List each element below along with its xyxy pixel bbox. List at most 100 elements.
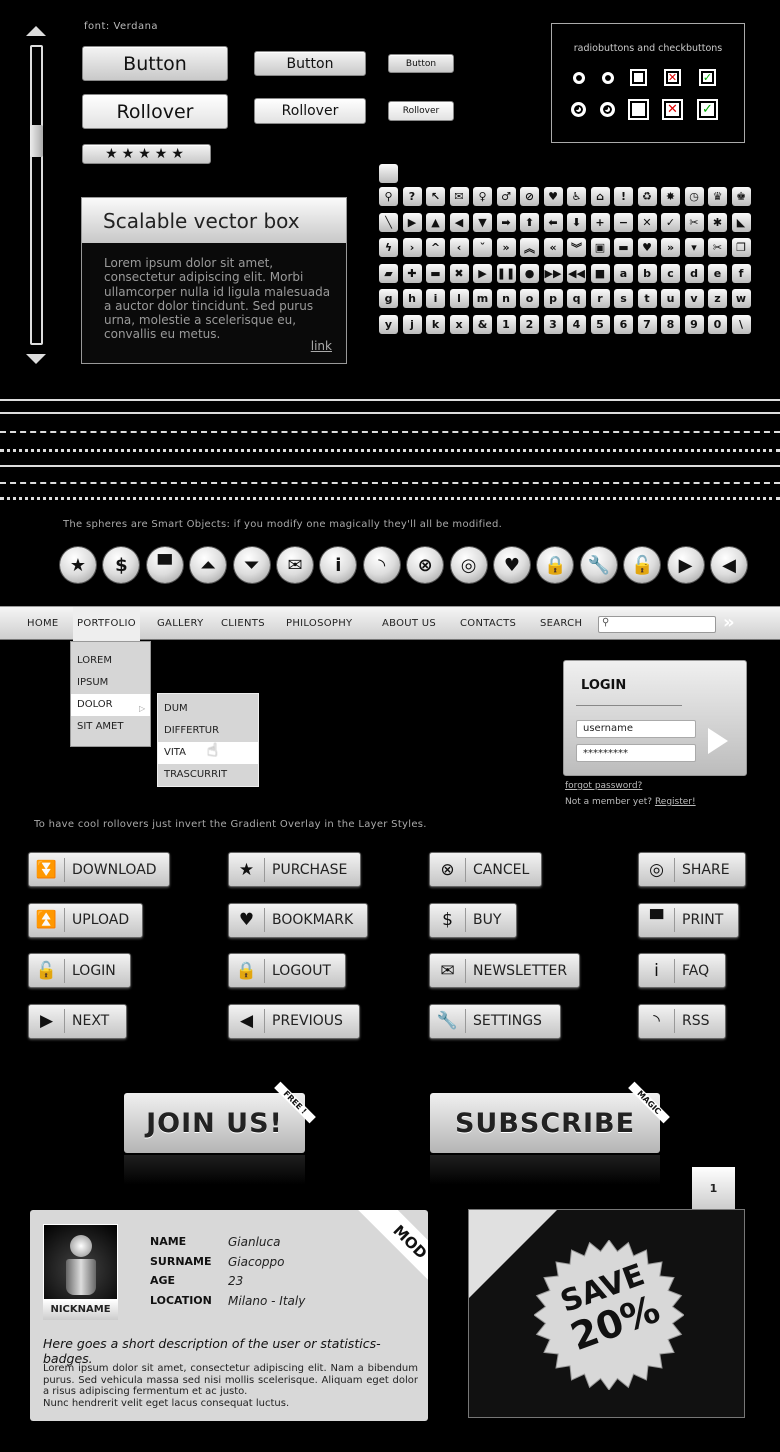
icon-button[interactable]: ⚲ xyxy=(379,187,398,206)
icon-button[interactable]: ⊘ xyxy=(520,187,539,206)
star-icon[interactable]: ★ xyxy=(155,146,172,162)
icon-button[interactable]: ✸ xyxy=(661,187,680,206)
radio-button[interactable] xyxy=(571,102,586,117)
icon-button[interactable]: ♀ xyxy=(473,187,492,206)
icon-button[interactable]: ♥ xyxy=(637,238,657,257)
icon-button[interactable]: 5 xyxy=(590,314,610,334)
join-us-button[interactable]: JOIN US! xyxy=(124,1093,305,1153)
medium-rollover-button[interactable]: Rollover xyxy=(254,98,366,124)
icon-button[interactable]: ● xyxy=(520,263,539,283)
menu-item-lorem[interactable]: LOREM xyxy=(71,650,150,672)
checkbox-x[interactable]: ✕ xyxy=(662,99,683,120)
icon-button[interactable]: ✱ xyxy=(708,212,727,232)
purchase-button[interactable]: ★ PURCHASE xyxy=(228,852,361,887)
icon-button[interactable]: ︾ xyxy=(567,238,586,257)
icon-button[interactable]: e xyxy=(708,263,727,283)
nav-item-clients[interactable]: CLIENTS xyxy=(221,618,265,629)
icon-button[interactable]: 4 xyxy=(567,314,586,334)
icon-button[interactable]: v xyxy=(684,289,704,308)
icon-button[interactable]: ♻ xyxy=(637,187,657,206)
play-icon[interactable]: ▶ xyxy=(667,547,704,583)
icon-button[interactable]: z xyxy=(708,289,727,308)
icon-button[interactable]: ▶▶ xyxy=(543,263,563,283)
icon-button[interactable]: ♿ xyxy=(567,187,586,206)
scrollbar-track[interactable] xyxy=(30,45,43,345)
icon-button[interactable]: ✉ xyxy=(449,187,469,206)
large-button[interactable]: Button xyxy=(82,46,228,81)
small-rollover-button[interactable]: Rollover xyxy=(388,101,454,121)
icon-button[interactable]: 2 xyxy=(520,314,539,334)
icon-button[interactable]: ◀ xyxy=(449,212,469,232)
username-field[interactable]: username xyxy=(576,720,696,738)
checkbox[interactable] xyxy=(628,99,649,120)
icon-button[interactable]: ▾ xyxy=(684,238,704,257)
icon-button[interactable]: ❐ xyxy=(731,238,751,257)
icon-button[interactable]: ↖ xyxy=(426,187,445,206)
icon-button[interactable]: ! xyxy=(614,187,633,206)
icon-button[interactable]: ▣ xyxy=(590,238,610,257)
icon-button[interactable]: i xyxy=(426,289,445,308)
icon-button[interactable]: c xyxy=(661,263,680,283)
icon-button[interactable]: l xyxy=(449,289,469,308)
menu-item-trascurrit[interactable]: TRASCURRIT xyxy=(158,764,258,786)
icon-button[interactable]: ✂ xyxy=(684,212,704,232)
dollar-icon[interactable]: $ xyxy=(103,547,140,583)
login-button[interactable]: 🔓 LOGIN xyxy=(28,953,131,988)
icon-button[interactable]: ⬆ xyxy=(520,212,539,232)
menu-item-differtur[interactable]: DIFFERTUR xyxy=(158,720,258,742)
icon-button[interactable]: f xyxy=(731,263,751,283)
icon-button[interactable]: ◀◀ xyxy=(567,263,586,283)
icon-button[interactable]: d xyxy=(684,263,704,283)
checkbox[interactable] xyxy=(630,69,647,86)
icon-button[interactable]: o xyxy=(520,289,539,308)
icon-button[interactable]: ✖ xyxy=(449,263,469,283)
nav-item-gallery[interactable]: GALLERY xyxy=(157,618,204,629)
icon-button[interactable]: − xyxy=(614,212,633,232)
newsletter-button[interactable]: ✉ NEWSLETTER xyxy=(429,953,580,988)
login-submit-arrow[interactable] xyxy=(708,728,728,754)
icon-button[interactable]: p xyxy=(543,289,563,308)
icon-button[interactable]: u xyxy=(661,289,680,308)
icon-button[interactable]: ✂ xyxy=(708,238,727,257)
icon-button[interactable]: 0 xyxy=(708,314,727,334)
wrench-icon[interactable]: 🔧 xyxy=(580,547,617,583)
icon-button[interactable]: ◷ xyxy=(684,187,704,206)
rss-button[interactable]: ◝ RSS xyxy=(638,1003,726,1039)
icon-button[interactable]: ▲ xyxy=(426,212,445,232)
medium-button[interactable]: Button xyxy=(254,51,366,76)
bookmark-button[interactable]: ♥ BOOKMARK xyxy=(228,902,368,938)
rss-icon[interactable]: ◝ xyxy=(363,547,400,583)
checkbox-checked[interactable]: ✓ xyxy=(699,69,716,86)
icon-button[interactable]: y xyxy=(379,314,398,334)
unlock-icon[interactable]: 🔓 xyxy=(624,547,661,583)
menu-item-ipsum[interactable]: IPSUM xyxy=(71,672,150,694)
menu-item-dum[interactable]: DUM xyxy=(158,698,258,720)
icon-button[interactable]: + xyxy=(590,212,610,232)
icon-button[interactable]: ▬ xyxy=(614,238,633,257)
share-button[interactable]: ◎ SHARE xyxy=(638,852,746,887)
checkbox-checked[interactable]: ✓ xyxy=(697,99,718,120)
icon-button[interactable]: h xyxy=(402,289,422,308)
icon-button[interactable]: ^ xyxy=(426,238,445,257)
icon-button[interactable]: ▶ xyxy=(402,212,422,232)
icon-button[interactable]: 8 xyxy=(661,314,680,334)
next-button[interactable]: ▶ NEXT xyxy=(28,1003,127,1039)
icon-button[interactable]: s xyxy=(614,289,633,308)
lock-icon[interactable]: 🔒 xyxy=(537,547,574,583)
icon-button[interactable]: q xyxy=(567,289,586,308)
icon-button[interactable]: ♛ xyxy=(708,187,727,206)
info-icon[interactable]: i xyxy=(320,547,357,583)
printer-icon[interactable]: ▀ xyxy=(146,547,183,583)
scroll-down-arrow[interactable] xyxy=(26,354,46,364)
nav-item-portfolio[interactable]: PORTFOLIO xyxy=(73,607,140,641)
forgot-password-link[interactable]: forgot password? xyxy=(565,781,642,791)
icon-button[interactable]: ▰ xyxy=(379,263,398,283)
icon-button[interactable]: 7 xyxy=(637,314,657,334)
buy-button[interactable]: $ BUY xyxy=(429,902,517,938)
icon-button[interactable]: ‹ xyxy=(449,238,469,257)
star-icon[interactable]: ★ xyxy=(60,547,96,583)
menu-item-sit-amet[interactable]: SIT AMET xyxy=(71,716,150,738)
icon-button[interactable]: 3 xyxy=(543,314,563,334)
icon-button[interactable]: ▬ xyxy=(426,263,445,283)
save-tab[interactable]: 1 xyxy=(692,1167,735,1210)
